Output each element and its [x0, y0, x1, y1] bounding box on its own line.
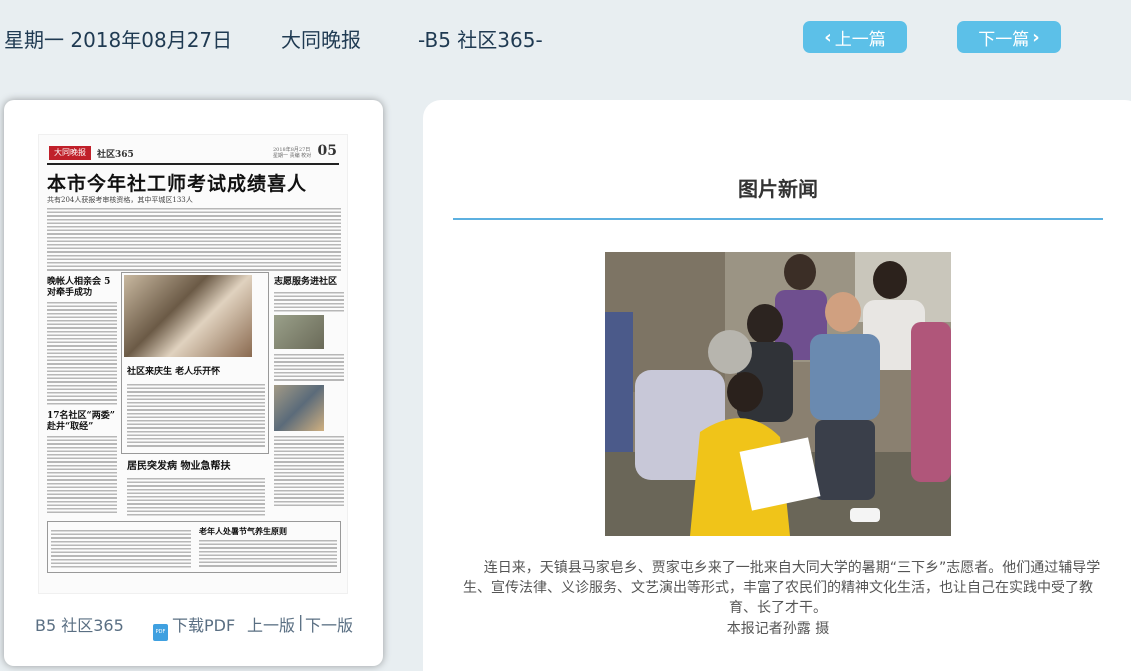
page-thumbnail-card: 大同晚报 社区365 2018年8月27日 星期一 责编 校对 05 本市今年社… — [4, 100, 383, 666]
issue-date: 星期一 2018年08月27日 — [4, 28, 233, 52]
thumb-text-block — [47, 435, 117, 513]
thumb-article-title[interactable]: 17名社区“两委” 赴井“取经” — [47, 411, 117, 433]
link-separator: | — [298, 612, 304, 631]
thumb-subhead: 共有204人获报考审核资格，其中平城区133人 — [47, 196, 193, 204]
thumb-info: 2018年8月27日 星期一 责编 校对 — [273, 147, 312, 159]
article-card: 图片新闻 连日来，天镇县马家皂乡、贾家屯乡来了一批来自大同大学的暑期“三下乡”志… — [423, 100, 1131, 671]
pdf-icon: PDF — [153, 624, 168, 641]
next-page-link[interactable]: 下一版 — [305, 612, 353, 636]
thumb-article-title[interactable]: 社区来庆生 老人乐开怀 — [127, 367, 265, 378]
thumb-article-title[interactable]: 志愿服务进社区 — [274, 277, 344, 288]
thumb-text-block — [274, 291, 344, 313]
thumb-masthead: 大同晚报 社区365 2018年8月27日 星期一 责编 校对 05 — [47, 143, 339, 165]
download-pdf-link[interactable]: PDF 下载PDF — [153, 612, 235, 641]
thumb-text-block — [47, 301, 117, 405]
article-title: 图片新闻 — [738, 177, 818, 201]
chevron-left-icon: ‹ — [824, 26, 832, 48]
thumb-page-number: 05 — [317, 143, 337, 159]
prev-page-link[interactable]: 上一版 — [247, 612, 295, 636]
next-article-label: 下一篇 — [978, 29, 1030, 50]
title-divider — [453, 218, 1103, 220]
thumb-photo — [124, 275, 252, 357]
photo-credit: 本报记者孙露 摄 — [726, 621, 830, 637]
top-bar: 星期一 2018年08月27日 大同晚报 -B5 社区365- ‹ 上一篇 下一… — [0, 0, 1131, 78]
thumb-text-block — [51, 529, 191, 569]
download-pdf-label: 下载PDF — [172, 616, 236, 635]
page-links: B5 社区365 PDF 下载PDF 上一版 | 下一版 — [4, 612, 383, 641]
thumb-text-block — [199, 539, 337, 569]
page-section-link[interactable]: B5 社区365 — [35, 612, 124, 636]
thumb-article-title[interactable]: 晚帐人相亲会 5对牵手成功 — [47, 277, 117, 299]
prev-article-button[interactable]: ‹ 上一篇 — [803, 21, 907, 53]
next-article-button[interactable]: 下一篇 › — [957, 21, 1061, 53]
article-photo — [605, 252, 951, 536]
prev-article-label: 上一篇 — [834, 29, 886, 50]
thumb-photo — [274, 315, 324, 349]
thumb-text-block — [127, 383, 265, 447]
thumb-text-block — [274, 353, 344, 381]
thumb-section: 社区365 — [97, 150, 134, 160]
thumb-text-block — [47, 207, 341, 271]
thumb-logo: 大同晚报 — [49, 146, 91, 160]
chevron-right-icon: › — [1032, 26, 1040, 48]
thumb-photo — [274, 385, 324, 431]
thumb-article-title[interactable]: 居民突发病 物业急帮扶 — [127, 461, 265, 472]
newspaper-page-thumbnail[interactable]: 大同晚报 社区365 2018年8月27日 星期一 责编 校对 05 本市今年社… — [38, 134, 348, 594]
section-name: -B5 社区365- — [418, 28, 543, 52]
thumb-headline[interactable]: 本市今年社工师考试成绩喜人 — [47, 169, 307, 196]
thumb-article-title[interactable]: 老年人处暑节气养生原则 — [199, 526, 339, 537]
thumb-text-block — [274, 435, 344, 507]
thumb-text-block — [127, 477, 265, 517]
photo-caption: 连日来，天镇县马家皂乡、贾家屯乡来了一批来自大同大学的暑期“三下乡”志愿者。他们… — [463, 560, 1101, 616]
paper-name: 大同晚报 — [281, 28, 361, 52]
